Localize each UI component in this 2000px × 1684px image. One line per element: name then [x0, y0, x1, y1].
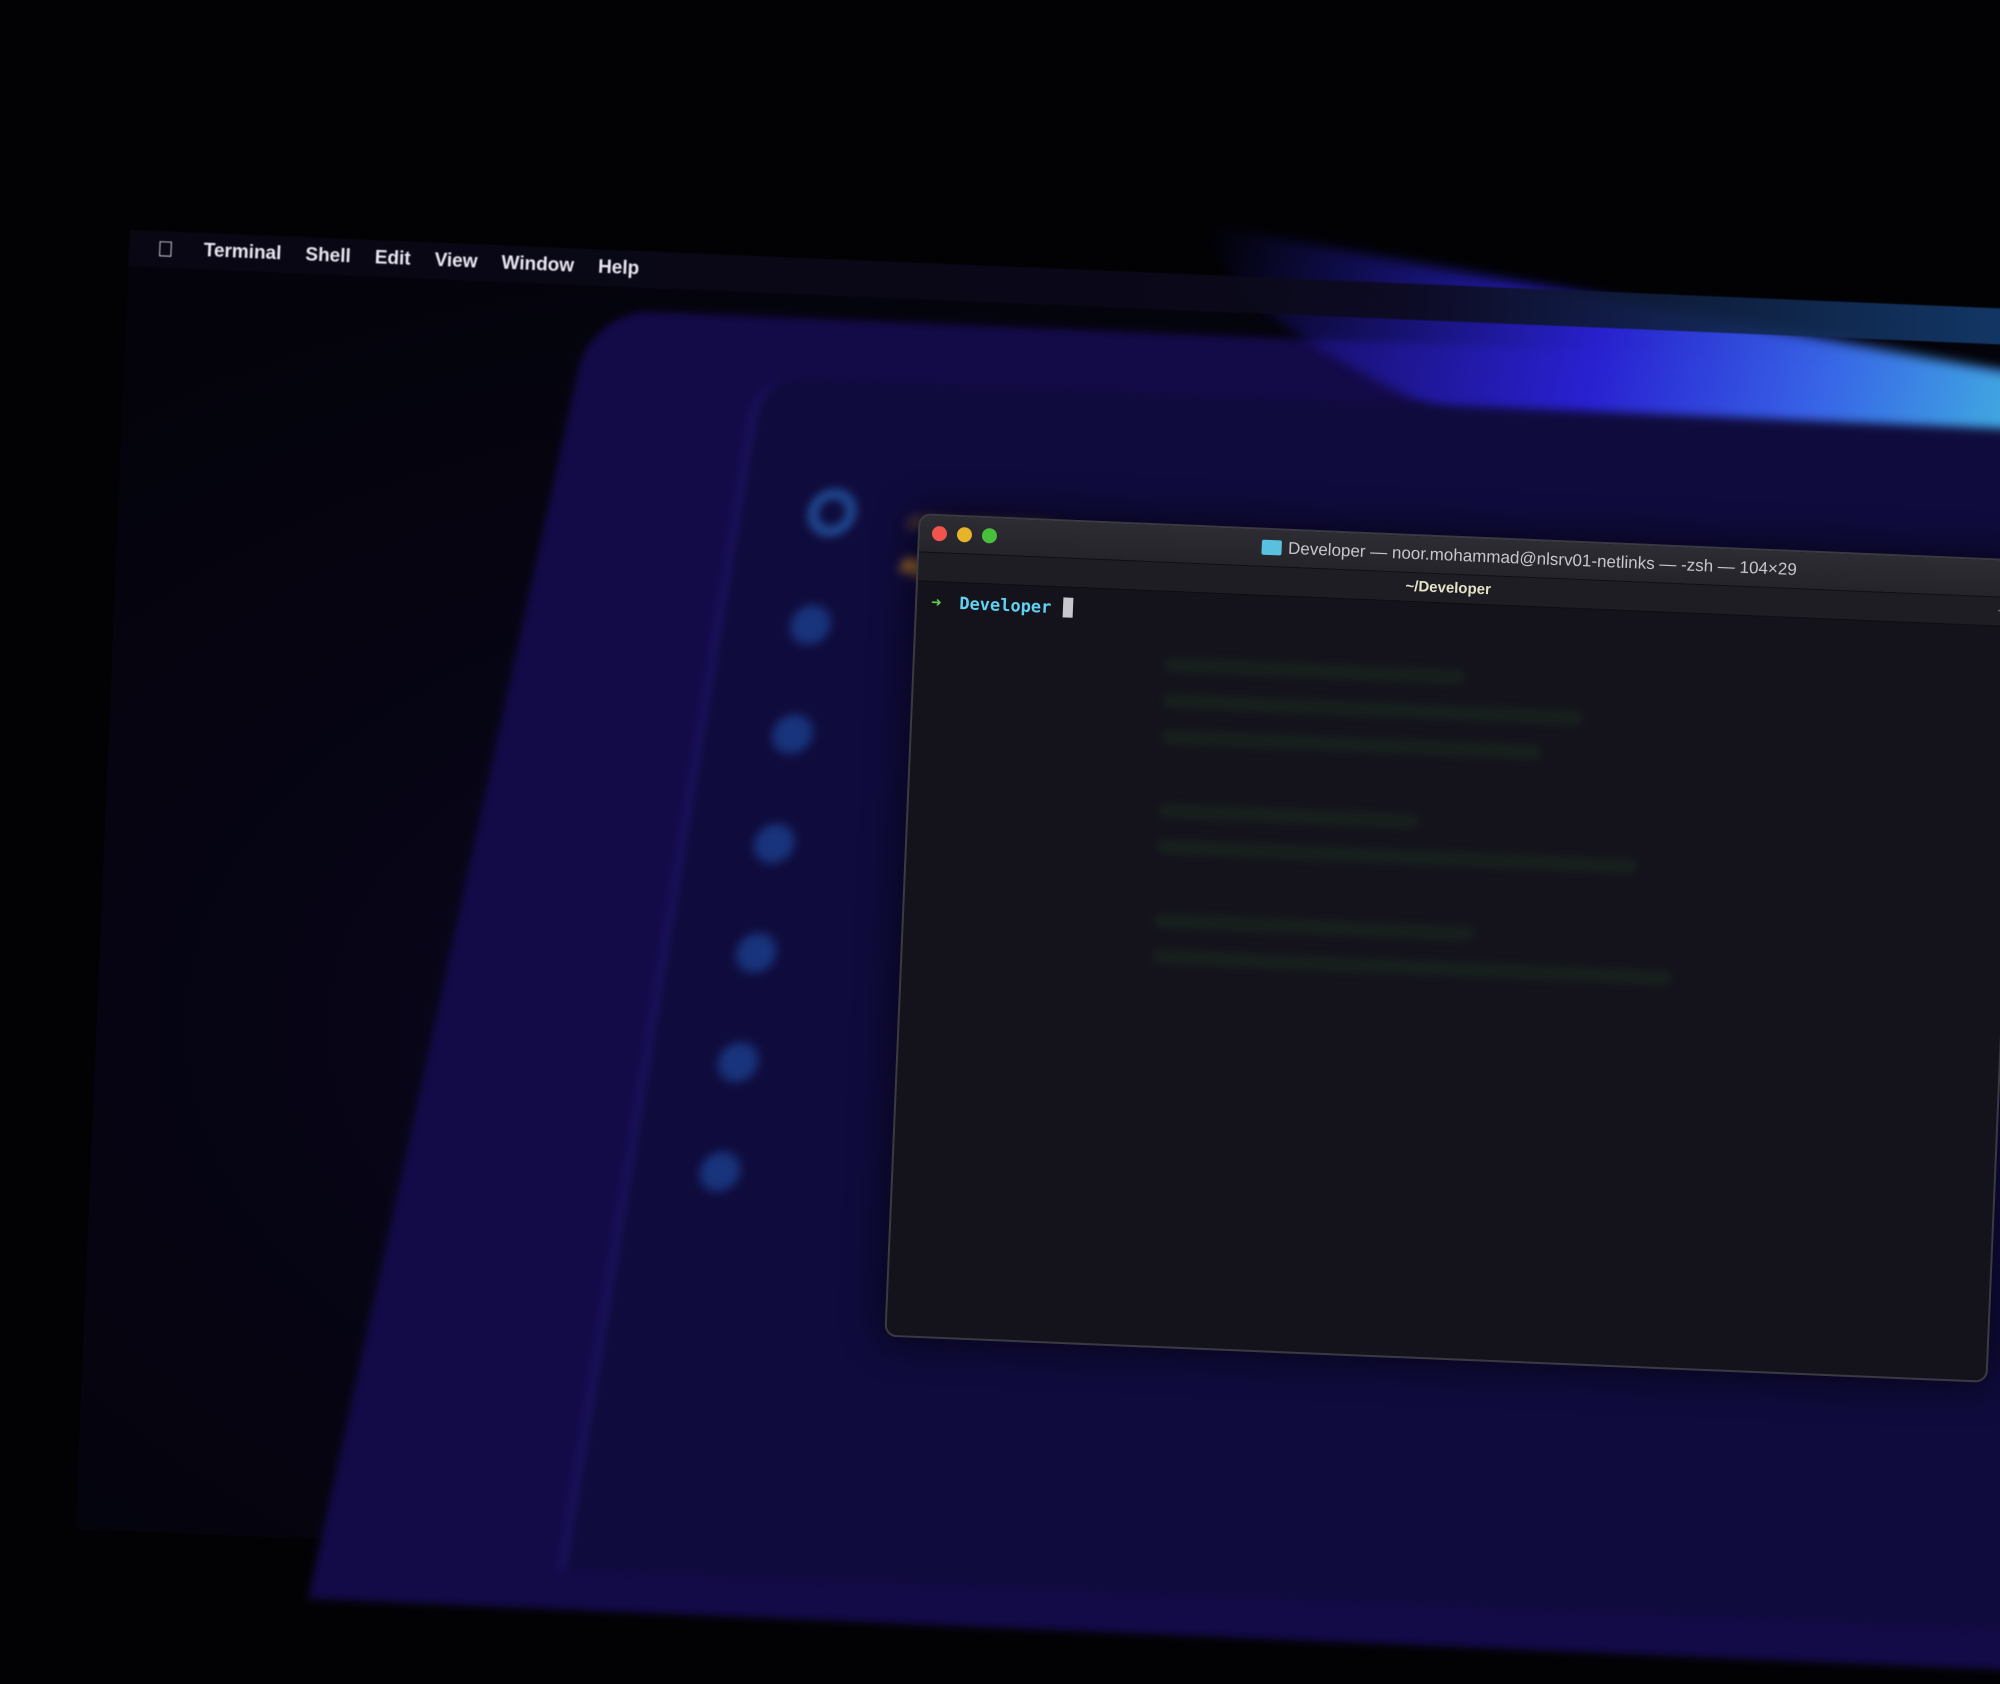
- debug-icon[interactable]: [751, 822, 798, 865]
- prompt-arrow-icon: ➜: [930, 592, 942, 614]
- prompt-directory: Developer: [958, 594, 1052, 618]
- menu-terminal[interactable]: Terminal: [203, 240, 282, 265]
- apple-logo-icon[interactable]: : [157, 236, 175, 263]
- activity-bar: [696, 488, 859, 1193]
- screen-reflection: [1151, 636, 1865, 1015]
- menu-window[interactable]: Window: [501, 253, 574, 278]
- extensions-icon[interactable]: [732, 932, 780, 974]
- menu-view[interactable]: View: [434, 250, 478, 274]
- menu-help[interactable]: Help: [598, 257, 640, 281]
- settings-icon[interactable]: [696, 1150, 744, 1193]
- remote-icon[interactable]: [714, 1041, 762, 1083]
- search-icon[interactable]: [787, 604, 834, 646]
- menu-shell[interactable]: Shell: [305, 244, 351, 268]
- explorer-icon[interactable]: [805, 488, 859, 537]
- source-control-icon[interactable]: [769, 713, 816, 755]
- menu-edit[interactable]: Edit: [374, 247, 411, 270]
- desktop-screen:  Terminal Shell Edit View Window Help O…: [75, 225, 2000, 1675]
- folder-icon: [1261, 539, 1283, 556]
- terminal-window: Developer — noor.mohammad@nlsrv01-netlin…: [884, 513, 2000, 1383]
- text-cursor: [1062, 597, 1074, 618]
